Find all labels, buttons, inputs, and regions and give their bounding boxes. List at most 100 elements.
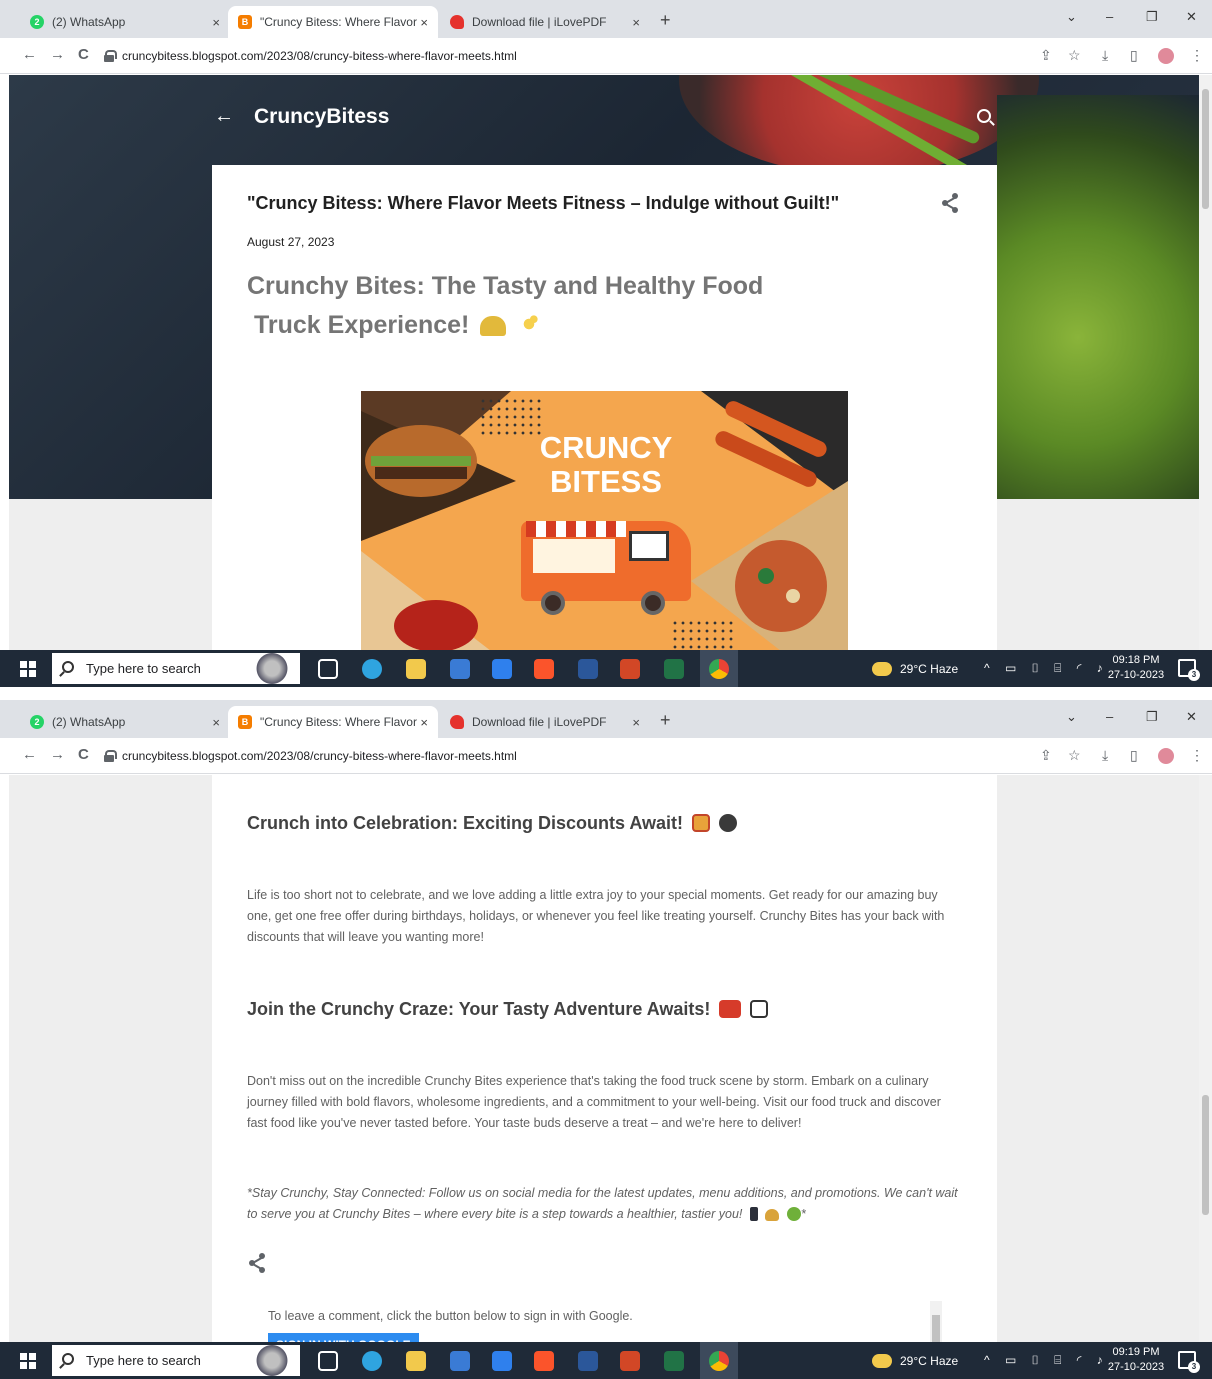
tab-search-chevron-icon[interactable]: ⌄ xyxy=(1066,709,1077,725)
tab-search-chevron-icon[interactable]: ⌄ xyxy=(1066,9,1077,25)
system-tray-icons[interactable]: ^ ▭ ⌷ ⌸ ◜ ♪ xyxy=(984,650,1109,687)
minimize-button[interactable]: – xyxy=(1106,9,1113,24)
bookmark-star-icon[interactable]: ☆ xyxy=(1068,47,1081,64)
windows-taskbar: Type here to search 29°C Haze ^ ▭ ⌷ ⌸ ◜ … xyxy=(0,650,1212,687)
download-icon[interactable]: ⤓ xyxy=(1102,747,1108,764)
profile-avatar[interactable] xyxy=(1158,748,1174,764)
paragraph-stay-connected: *Stay Crunchy, Stay Connected: Follow us… xyxy=(247,1183,962,1225)
page-viewport: ← CruncyBitess "Cruncy Bitess: Where Fla… xyxy=(9,75,1199,650)
tab-whatsapp[interactable]: 2 (2) WhatsApp × xyxy=(20,706,230,738)
windows-start-icon[interactable] xyxy=(20,661,36,677)
share-page-icon[interactable]: ⇪ xyxy=(1040,747,1052,764)
address-bar[interactable]: cruncybitess.blogspot.com/2023/08/cruncy… xyxy=(104,43,1024,69)
scrollbar-thumb[interactable] xyxy=(1202,89,1209,209)
download-icon[interactable]: ⤓ xyxy=(1102,47,1108,64)
powerpoint-icon[interactable] xyxy=(620,659,640,679)
excel-icon[interactable] xyxy=(664,659,684,679)
share-icon[interactable] xyxy=(942,193,960,213)
weather-widget[interactable]: 29°C Haze xyxy=(872,1342,958,1379)
tab-close-icon[interactable]: × xyxy=(420,715,428,730)
mail-icon[interactable] xyxy=(492,659,512,679)
windows-start-icon[interactable] xyxy=(20,1353,36,1369)
side-panel-icon[interactable]: ▯ xyxy=(1130,47,1138,64)
reload-button[interactable]: C xyxy=(78,46,89,63)
excel-icon[interactable] xyxy=(664,1351,684,1371)
back-button[interactable]: ← xyxy=(22,746,37,763)
ilovepdf-heart-icon xyxy=(450,715,464,729)
profile-avatar[interactable] xyxy=(1158,48,1174,64)
tab-label: (2) WhatsApp xyxy=(52,15,126,29)
blog-name[interactable]: CruncyBitess xyxy=(254,105,389,129)
truck-cab-window xyxy=(629,531,669,561)
lemur-mascot-icon xyxy=(252,1345,292,1376)
plate-cutlery-emoji-icon xyxy=(750,1000,769,1018)
comment-frame-scrollbar[interactable] xyxy=(930,1301,942,1342)
edge-browser-icon[interactable] xyxy=(362,659,382,679)
file-explorer-icon[interactable] xyxy=(406,659,426,679)
post-card: Crunch into Celebration: Exciting Discou… xyxy=(212,775,997,1342)
address-bar[interactable]: cruncybitess.blogspot.com/2023/08/cruncy… xyxy=(104,743,1024,769)
taskbar-clock[interactable]: 09:18 PM 27-10-2023 xyxy=(1106,653,1166,683)
weather-widget[interactable]: 29°C Haze xyxy=(872,650,958,687)
new-tab-button[interactable]: + xyxy=(660,10,671,31)
word-icon[interactable] xyxy=(578,1351,598,1371)
sign-in-with-google-button[interactable]: SIGN IN WITH GOOGLE xyxy=(268,1333,419,1342)
tab-ilovepdf[interactable]: Download file | iLovePDF × xyxy=(440,706,650,738)
post-heading-line-2: Truck Experience! xyxy=(247,306,763,345)
tab-close-icon[interactable]: × xyxy=(420,15,428,30)
tab-blog-post[interactable]: B "Cruncy Bitess: Where Flavor Meets Fit… xyxy=(228,6,438,38)
microsoft-store-icon[interactable] xyxy=(450,1351,470,1371)
blog-search-icon[interactable] xyxy=(977,109,991,123)
side-panel-icon[interactable]: ▯ xyxy=(1130,747,1138,764)
back-button[interactable]: ← xyxy=(22,46,37,63)
chrome-icon[interactable] xyxy=(709,1351,729,1371)
task-view-icon[interactable] xyxy=(318,1351,338,1371)
share-page-icon[interactable]: ⇪ xyxy=(1040,47,1052,64)
system-tray-icons[interactable]: ^ ▭ ⌷ ⌸ ◜ ♪ xyxy=(984,1342,1109,1379)
brave-browser-icon[interactable] xyxy=(534,1351,554,1371)
browser-toolbar: ← → C cruncybitess.blogspot.com/2023/08/… xyxy=(0,38,1212,74)
edge-browser-icon[interactable] xyxy=(362,1351,382,1371)
tab-whatsapp[interactable]: 2 (2) WhatsApp × xyxy=(20,6,230,38)
clock-date: 27-10-2023 xyxy=(1107,669,1165,681)
microsoft-store-icon[interactable] xyxy=(450,659,470,679)
brave-browser-icon[interactable] xyxy=(534,659,554,679)
tab-close-icon[interactable]: × xyxy=(212,715,220,730)
minimize-button[interactable]: – xyxy=(1106,709,1113,724)
reload-button[interactable]: C xyxy=(78,746,89,763)
page-scrollbar[interactable] xyxy=(1199,775,1212,1342)
page-scrollbar[interactable] xyxy=(1199,75,1212,650)
close-window-button[interactable]: ✕ xyxy=(1186,709,1197,725)
banner-line: BITESS xyxy=(550,464,662,499)
mail-icon[interactable] xyxy=(492,1351,512,1371)
chrome-menu-icon[interactable]: ⋮ xyxy=(1190,47,1204,64)
file-explorer-icon[interactable] xyxy=(406,1351,426,1371)
notification-center-icon[interactable]: 3 xyxy=(1178,1351,1200,1373)
notification-center-icon[interactable]: 3 xyxy=(1178,659,1200,681)
word-icon[interactable] xyxy=(578,659,598,679)
share-icon[interactable] xyxy=(249,1253,267,1273)
forward-button[interactable]: → xyxy=(50,46,65,63)
chrome-menu-icon[interactable]: ⋮ xyxy=(1190,747,1204,764)
bookmark-star-icon[interactable]: ☆ xyxy=(1068,747,1081,764)
taco-emoji-icon xyxy=(480,316,507,336)
scrollbar-thumb[interactable] xyxy=(1202,1095,1209,1215)
tab-close-icon[interactable]: × xyxy=(632,715,640,730)
tab-blog-post[interactable]: B "Cruncy Bitess: Where Flavor Meets Fit… xyxy=(228,706,438,738)
tab-close-icon[interactable]: × xyxy=(632,15,640,30)
tab-close-icon[interactable]: × xyxy=(212,15,220,30)
restore-button[interactable]: ❐ xyxy=(1146,709,1158,725)
tab-ilovepdf[interactable]: Download file | iLovePDF × xyxy=(440,6,650,38)
new-tab-button[interactable]: + xyxy=(660,710,671,731)
haze-weather-icon xyxy=(872,661,892,676)
post-card: "Cruncy Bitess: Where Flavor Meets Fitne… xyxy=(212,165,997,650)
powerpoint-icon[interactable] xyxy=(620,1351,640,1371)
task-view-icon[interactable] xyxy=(318,659,338,679)
chrome-icon[interactable] xyxy=(709,659,729,679)
forward-button[interactable]: → xyxy=(50,746,65,763)
close-window-button[interactable]: ✕ xyxy=(1186,9,1197,25)
restore-button[interactable]: ❐ xyxy=(1146,9,1158,25)
taskbar-clock[interactable]: 09:19 PM 27-10-2023 xyxy=(1106,1345,1166,1375)
blog-back-arrow-icon[interactable]: ← xyxy=(214,105,234,128)
comment-section: To leave a comment, click the button bel… xyxy=(247,1301,947,1342)
